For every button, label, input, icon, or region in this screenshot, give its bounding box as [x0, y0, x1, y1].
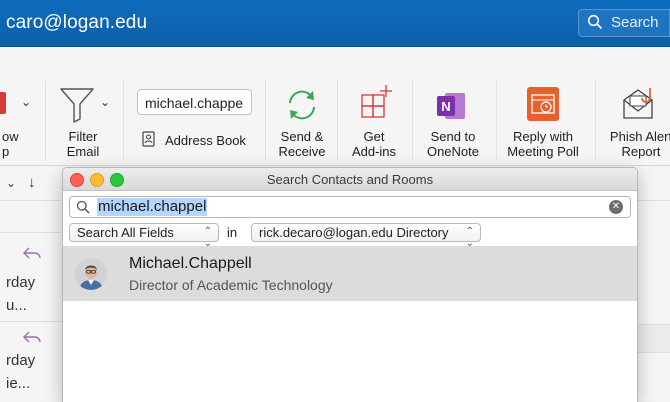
field-selector-value: Search All Fields	[77, 225, 174, 240]
message-date[interactable]: rday	[6, 274, 35, 291]
replied-icon	[23, 331, 41, 343]
directory-selector-value: rick.decaro@logan.edu Directory	[259, 225, 449, 240]
svg-text:N: N	[441, 99, 450, 114]
contact-job-title: Director of Academic Technology	[129, 277, 333, 293]
get-add-ins-button[interactable]: Get Add-ins	[348, 129, 400, 159]
account-email: caro@logan.edu	[6, 12, 148, 33]
contact-result-row[interactable]: Michael.Chappell Director of Academic Te…	[63, 246, 637, 301]
title-bar: caro@logan.edu Search	[0, 0, 670, 47]
sort-arrow-down-icon[interactable]: ↓	[28, 174, 36, 191]
meeting-poll-icon[interactable]	[526, 86, 560, 122]
avatar	[75, 258, 107, 290]
search-icon	[587, 14, 603, 30]
onenote-icon[interactable]: N	[435, 90, 467, 122]
dialog-title-bar[interactable]: Search Contacts and Rooms	[63, 168, 637, 191]
address-book-button[interactable]: Address Book	[165, 133, 246, 148]
chevron-down-icon[interactable]: ⌄	[21, 95, 31, 109]
search-icon	[76, 200, 90, 214]
message-snippet[interactable]: u...	[6, 297, 27, 314]
send-receive-button[interactable]: Send & Receive	[276, 129, 328, 159]
message-date[interactable]: rday	[6, 352, 35, 369]
address-book-icon[interactable]	[142, 131, 155, 147]
message-list: ⌄ ↓ rday u... rday ie...	[0, 166, 62, 401]
contact-search-input[interactable]: michael.chappel ✕	[69, 196, 631, 218]
send-receive-icon[interactable]	[284, 87, 320, 123]
dialog-title: Search Contacts and Rooms	[266, 172, 434, 187]
sort-chevron-icon[interactable]: ⌄	[6, 176, 16, 190]
send-to-onenote-button[interactable]: Send to OneNote	[424, 129, 482, 159]
filter-email-button[interactable]: Filter Email	[62, 129, 104, 159]
filter-chevron-icon[interactable]: ⌄	[100, 95, 110, 109]
phish-alert-report-button[interactable]: Phish Alert Report	[606, 129, 670, 159]
filter-icon[interactable]	[59, 86, 95, 124]
message-snippet[interactable]: ie...	[6, 375, 30, 392]
replied-icon	[23, 247, 41, 259]
find-contact-input[interactable]: michael.chappe	[137, 89, 252, 115]
ribbon-toolbar: ⌄ ow p ⌄ Filter Email michael.chappe Add…	[0, 47, 670, 166]
search-placeholder: Search	[611, 14, 659, 31]
field-selector-dropdown[interactable]: Search All Fields ⌃ ⌄	[69, 223, 219, 249]
contact-name: Michael.Chappell	[129, 255, 252, 272]
reply-with-meeting-poll-button[interactable]: Reply with Meeting Poll	[503, 129, 583, 159]
partial-left-label[interactable]: ow p	[2, 129, 19, 159]
search-box[interactable]: Search	[578, 9, 670, 37]
reading-pane-edge	[637, 166, 670, 401]
in-label: in	[227, 225, 238, 240]
search-contacts-dialog: Search Contacts and Rooms michael.chappe…	[62, 167, 638, 402]
add-ins-icon[interactable]	[358, 83, 394, 123]
directory-selector-dropdown[interactable]: rick.decaro@logan.edu Directory ⌃ ⌄	[251, 223, 481, 249]
clear-search-icon[interactable]: ✕	[609, 200, 623, 214]
search-query-text[interactable]: michael.chappel	[97, 198, 208, 216]
partial-red-icon	[0, 92, 6, 114]
phish-alert-icon[interactable]	[620, 84, 660, 124]
